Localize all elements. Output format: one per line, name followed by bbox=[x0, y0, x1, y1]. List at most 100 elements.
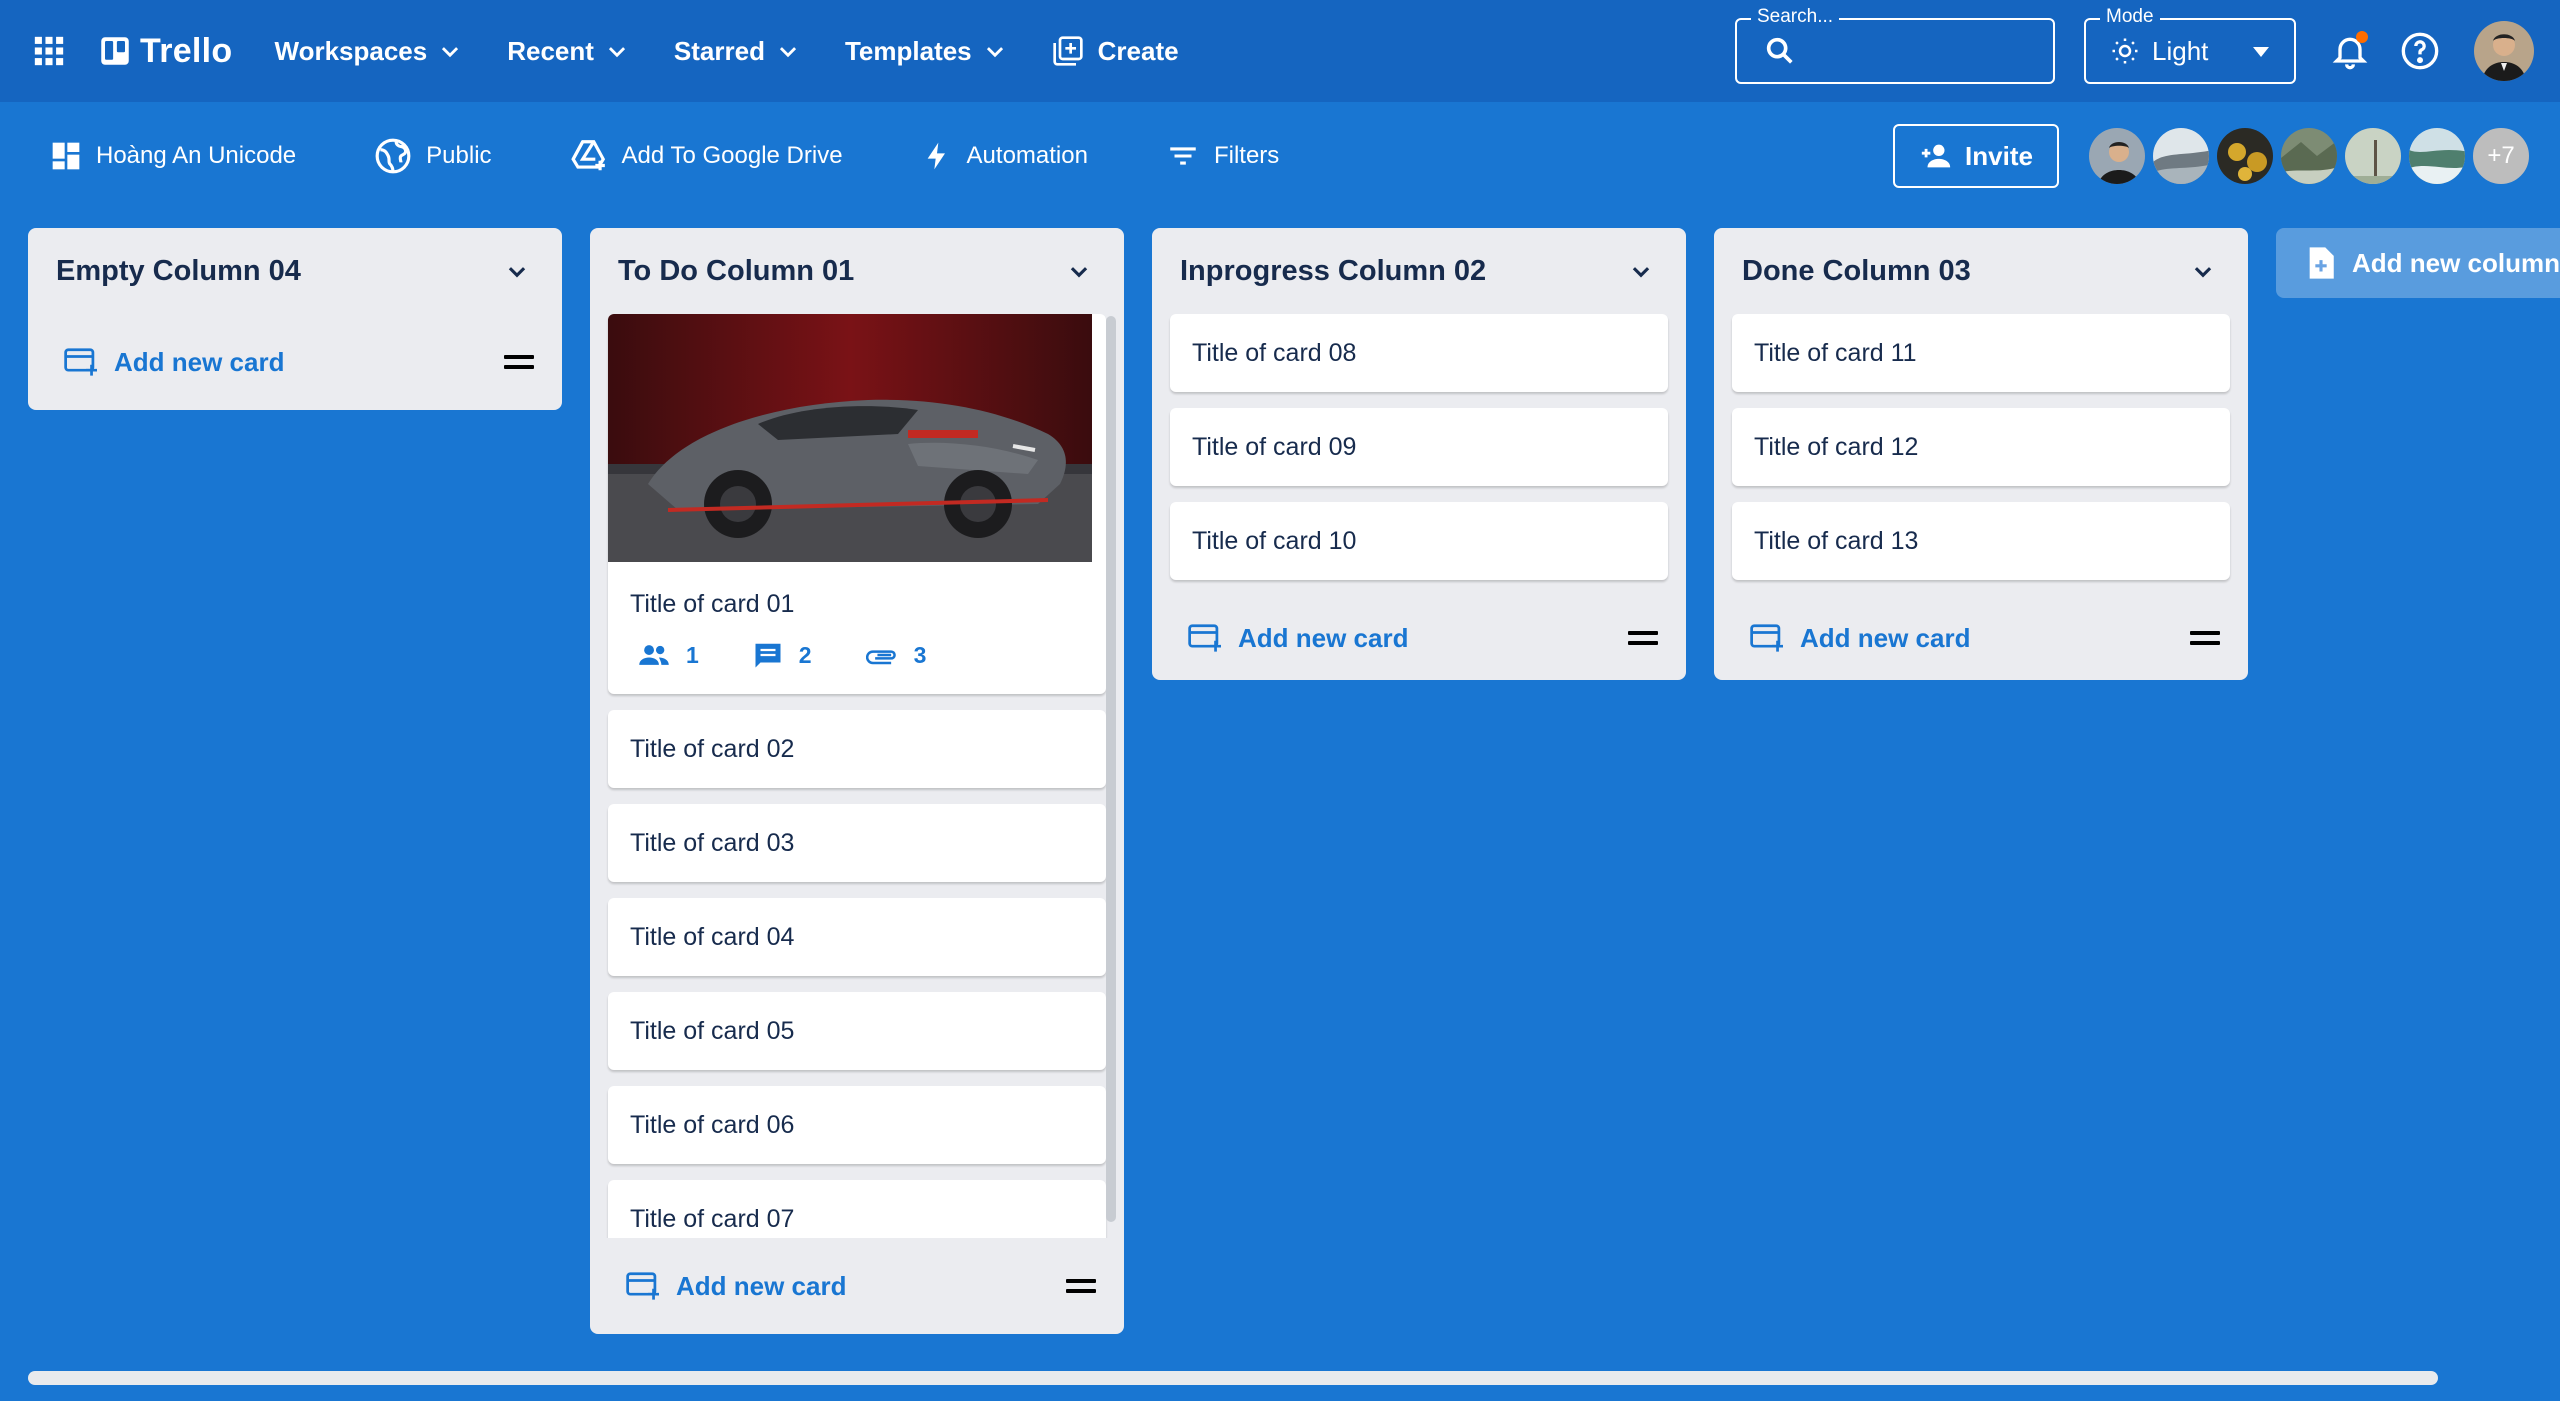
mode-legend: Mode bbox=[2100, 6, 2160, 28]
invite-button[interactable]: Invite bbox=[1893, 124, 2059, 188]
chevron-down-icon[interactable] bbox=[500, 254, 534, 288]
card[interactable]: Title of card 11 bbox=[1732, 314, 2230, 392]
visibility-label: Public bbox=[426, 142, 492, 169]
notifications-button[interactable] bbox=[2330, 31, 2370, 71]
card-list[interactable]: Title of card 01 1 2 3 Title of card 02 … bbox=[590, 314, 1124, 1238]
card[interactable]: Title of card 07 bbox=[608, 1180, 1106, 1238]
help-button[interactable] bbox=[2400, 31, 2440, 71]
visibility-chip[interactable]: Public bbox=[374, 137, 492, 175]
member-avatar[interactable] bbox=[2279, 126, 2339, 186]
column-header[interactable]: Empty Column 04 bbox=[28, 228, 562, 314]
search-field[interactable]: Search... bbox=[1735, 6, 2055, 84]
card-title: Title of card 11 bbox=[1754, 338, 1917, 367]
column-header[interactable]: To Do Column 01 bbox=[590, 228, 1124, 314]
add-card-button[interactable]: Add new card bbox=[1750, 623, 1970, 654]
chevron-down-icon[interactable] bbox=[1062, 254, 1096, 288]
chevron-down-icon[interactable] bbox=[1624, 254, 1658, 288]
card-title: Title of card 07 bbox=[630, 1204, 795, 1233]
member-avatar[interactable] bbox=[2215, 126, 2275, 186]
menu-label: Templates bbox=[844, 35, 972, 66]
chevron-down-icon[interactable] bbox=[2186, 254, 2220, 288]
drag-handle-icon[interactable] bbox=[2190, 631, 2220, 645]
apps-grid-icon[interactable] bbox=[32, 34, 66, 68]
menu-label: Workspaces bbox=[274, 35, 428, 66]
public-globe-icon bbox=[374, 137, 412, 175]
card[interactable]: Title of card 10 bbox=[1170, 502, 1668, 580]
menu-recent[interactable]: Recent bbox=[507, 34, 634, 68]
add-card-button[interactable]: Add new card bbox=[1188, 623, 1408, 654]
add-card-button[interactable]: Add new card bbox=[626, 1271, 846, 1302]
board-horizontal-scrollbar[interactable] bbox=[28, 1371, 2438, 1385]
card[interactable]: Title of card 04 bbox=[608, 898, 1106, 976]
board-name: Hoàng An Unicode bbox=[96, 142, 297, 169]
create-label: Create bbox=[1097, 35, 1179, 66]
add-to-drive-chip[interactable]: Add To Google Drive bbox=[570, 137, 843, 175]
add-to-drive-icon bbox=[570, 137, 608, 175]
member-avatar[interactable] bbox=[2087, 126, 2147, 186]
chevron-down-icon bbox=[600, 34, 634, 68]
card[interactable]: Title of card 03 bbox=[608, 804, 1106, 882]
trello-icon bbox=[100, 36, 130, 66]
column-title: To Do Column 01 bbox=[618, 254, 855, 287]
add-card-button[interactable]: Add new card bbox=[64, 347, 284, 378]
caret-down-icon bbox=[2252, 46, 2270, 58]
attachments-badge[interactable]: 3 bbox=[865, 640, 926, 670]
card[interactable]: Title of card 09 bbox=[1170, 408, 1668, 486]
card[interactable]: Title of card 08 bbox=[1170, 314, 1668, 392]
card-title: Title of card 03 bbox=[630, 828, 795, 857]
board-column: To Do Column 01 Title of card 01 1 2 3 T… bbox=[590, 228, 1124, 1334]
member-avatar[interactable] bbox=[2343, 126, 2403, 186]
invite-label: Invite bbox=[1965, 140, 2033, 171]
card[interactable]: Title of card 13 bbox=[1732, 502, 2230, 580]
menu-starred[interactable]: Starred bbox=[674, 34, 805, 68]
comments-badge[interactable]: 2 bbox=[753, 640, 812, 670]
member-avatar[interactable] bbox=[2151, 126, 2211, 186]
brand-logo[interactable]: Trello bbox=[100, 32, 233, 71]
add-card-icon bbox=[1188, 623, 1224, 653]
column-footer: Add new card bbox=[590, 1238, 1124, 1334]
automation-chip[interactable]: Automation bbox=[921, 140, 1088, 172]
attachment-icon bbox=[865, 645, 898, 665]
create-button[interactable]: Create bbox=[1052, 35, 1179, 67]
comment-icon bbox=[753, 640, 783, 670]
card-title: Title of card 06 bbox=[630, 1110, 795, 1139]
column-title: Inprogress Column 02 bbox=[1180, 254, 1487, 287]
drag-handle-icon[interactable] bbox=[1628, 631, 1658, 645]
board-column: Empty Column 04 Add new card bbox=[28, 228, 562, 410]
drag-handle-icon[interactable] bbox=[504, 355, 534, 369]
column-header[interactable]: Inprogress Column 02 bbox=[1152, 228, 1686, 314]
search-input[interactable] bbox=[1811, 37, 2051, 65]
user-avatar[interactable] bbox=[2474, 21, 2534, 81]
person-add-icon bbox=[1919, 139, 1953, 173]
board-column: Inprogress Column 02 Title of card 08 Ti… bbox=[1152, 228, 1686, 680]
menu-workspaces[interactable]: Workspaces bbox=[275, 34, 468, 68]
more-members-badge[interactable]: +7 bbox=[2471, 126, 2531, 186]
card-badges: 1 2 3 bbox=[608, 640, 1106, 694]
column-header[interactable]: Done Column 03 bbox=[1714, 228, 2248, 314]
card-title: Title of card 10 bbox=[1192, 526, 1357, 555]
mode-select[interactable]: Mode Light bbox=[2084, 6, 2296, 84]
member-avatar[interactable] bbox=[2407, 126, 2467, 186]
add-card-label: Add new card bbox=[1800, 622, 1971, 653]
card-title: Title of card 09 bbox=[1192, 432, 1357, 461]
mode-value: Light bbox=[2152, 35, 2209, 66]
members-badge[interactable]: 1 bbox=[638, 640, 699, 670]
member-avatars: +7 bbox=[2087, 126, 2535, 186]
automation-label: Automation bbox=[966, 142, 1088, 169]
bolt-icon bbox=[921, 140, 953, 172]
column-scrollbar[interactable] bbox=[1106, 316, 1116, 1222]
add-column-button[interactable]: Add new column bbox=[2276, 228, 2560, 298]
card[interactable]: Title of card 02 bbox=[608, 710, 1106, 788]
filters-chip[interactable]: Filters bbox=[1166, 139, 1279, 173]
drag-handle-icon[interactable] bbox=[1066, 1279, 1096, 1293]
dashboard-icon bbox=[50, 140, 82, 172]
app-bar: Trello Workspaces Recent Starred Templat… bbox=[0, 0, 2560, 102]
menu-label: Recent bbox=[507, 35, 594, 66]
card[interactable]: Title of card 06 bbox=[608, 1086, 1106, 1164]
column-title: Done Column 03 bbox=[1742, 254, 1971, 287]
card[interactable]: Title of card 12 bbox=[1732, 408, 2230, 486]
card[interactable]: Title of card 05 bbox=[608, 992, 1106, 1070]
menu-templates[interactable]: Templates bbox=[845, 34, 1012, 68]
card[interactable]: Title of card 01 1 2 3 bbox=[608, 314, 1106, 694]
board-name-chip[interactable]: Hoàng An Unicode bbox=[50, 140, 296, 172]
